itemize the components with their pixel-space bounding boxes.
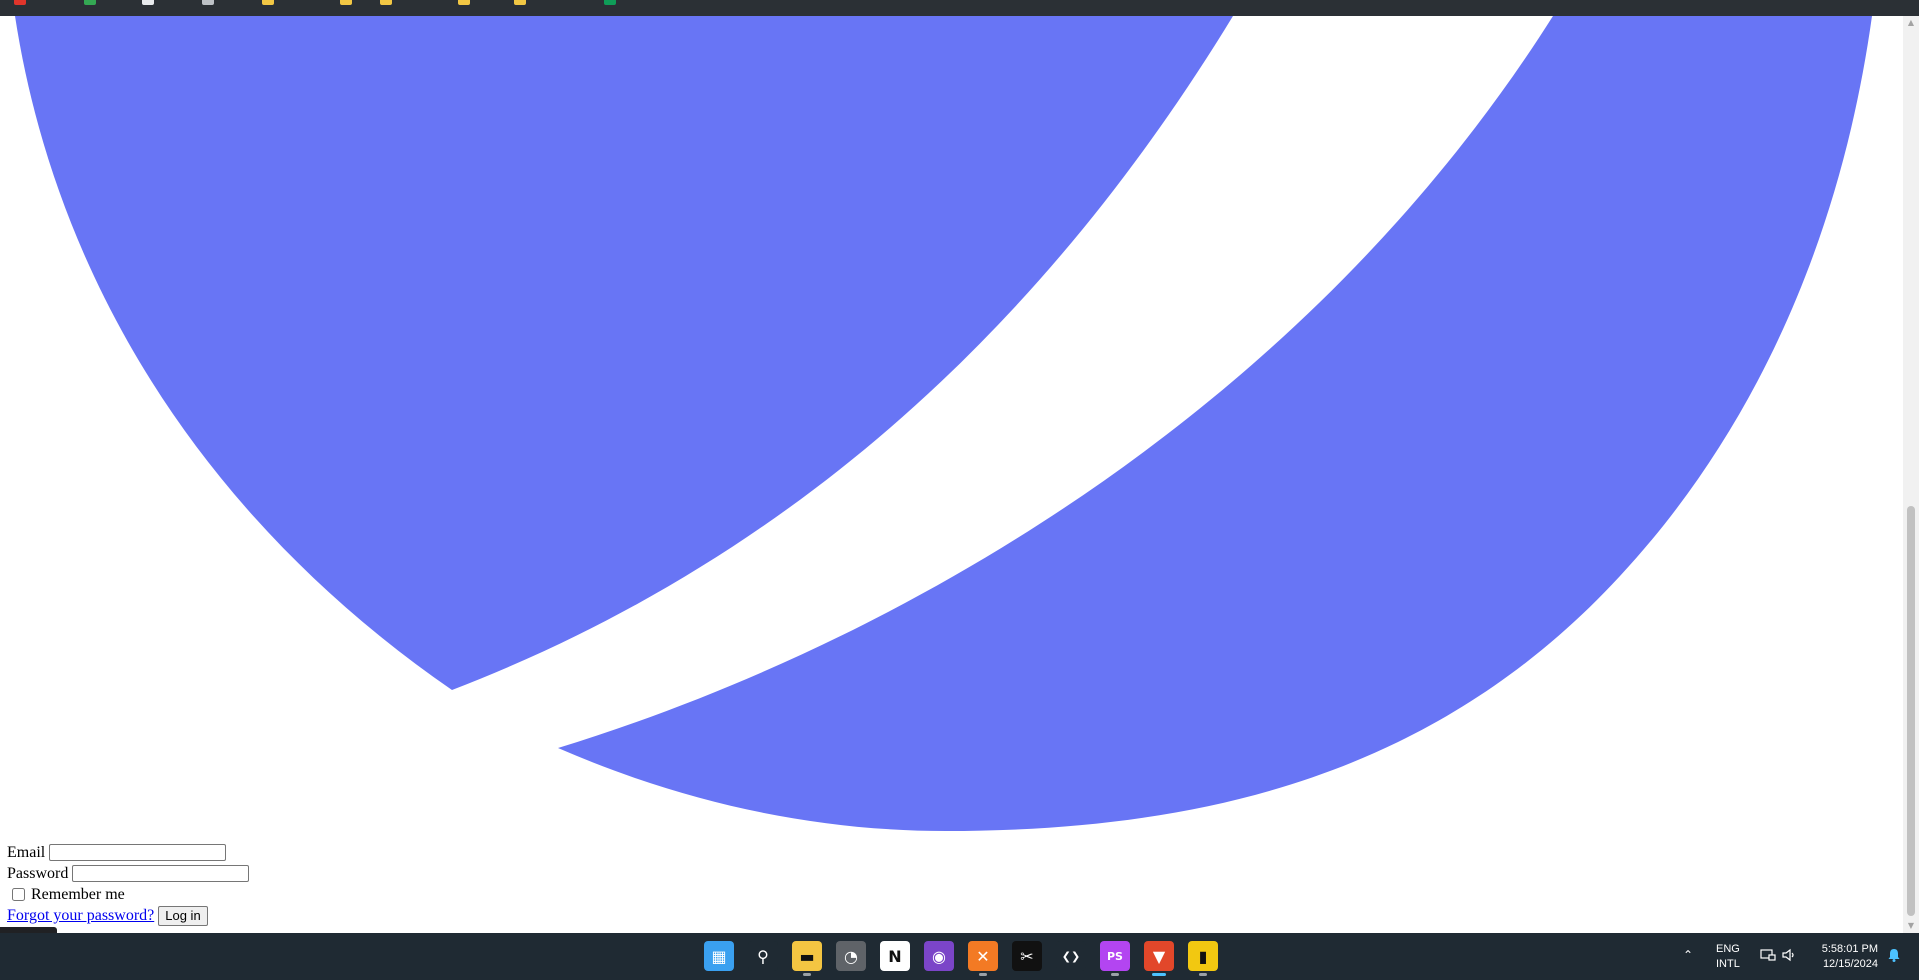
app-glyph: N — [888, 946, 902, 966]
running-indicator — [1199, 973, 1207, 976]
folder-bookmark-icon[interactable] — [514, 0, 526, 5]
folder-bookmark-icon[interactable] — [380, 0, 392, 5]
windows-start-icon[interactable]: ▦ — [704, 941, 734, 971]
brave-bookmark-icon[interactable] — [14, 0, 26, 5]
login-form: Email Password Remember me Forgot your p… — [7, 842, 250, 926]
brave-browser-icon[interactable]: ▼ — [1144, 941, 1174, 976]
remember-row: Remember me — [7, 884, 249, 905]
network-icon[interactable] — [1760, 947, 1776, 968]
remember-me-checkbox[interactable] — [12, 888, 25, 901]
login-button[interactable]: Log in — [158, 905, 208, 926]
notion-icon[interactable]: N — [880, 941, 910, 971]
file-explorer-icon[interactable]: ▬ — [792, 941, 822, 976]
folder-bookmark-icon[interactable] — [340, 0, 352, 5]
keyboard-layout: INTL — [1716, 958, 1740, 970]
running-indicator — [979, 973, 987, 976]
clock-app-icon[interactable]: ◔ — [836, 941, 866, 971]
app-glyph: ▮ — [1198, 946, 1208, 966]
notification-bell-icon[interactable] — [1886, 947, 1902, 968]
app-glyph: ▼ — [1152, 946, 1166, 966]
password-input[interactable] — [72, 865, 250, 882]
show-hidden-icons-chevron-icon[interactable]: ⌃ — [1683, 948, 1693, 962]
running-indicator — [1152, 973, 1166, 976]
github-desktop-icon[interactable]: ◉ — [924, 941, 954, 971]
app-glyph: ✂ — [1020, 946, 1034, 966]
running-indicator — [1111, 973, 1119, 976]
folder-bookmark-icon[interactable] — [262, 0, 274, 5]
github-bookmark-icon[interactable] — [142, 0, 154, 5]
email-label: Email — [7, 844, 46, 861]
actions-row: Forgot your password? Log in — [7, 905, 249, 926]
xampp-icon[interactable]: ✕ — [968, 941, 998, 976]
volume-icon[interactable] — [1781, 947, 1797, 968]
search-icon[interactable]: ⚲ — [748, 941, 778, 971]
app-glyph: ▦ — [711, 946, 727, 966]
page-bookmark-icon[interactable] — [202, 0, 214, 5]
sheets-bookmark-icon[interactable] — [604, 0, 616, 5]
language-code: ENG — [1716, 943, 1740, 955]
app-glyph: ❮❯ — [1061, 949, 1081, 963]
capcut-icon[interactable]: ✂ — [1012, 941, 1042, 971]
running-indicator — [803, 973, 811, 976]
page-content: Email Password Remember me Forgot your p… — [0, 16, 1903, 933]
password-label: Password — [7, 865, 69, 882]
password-row: Password — [7, 863, 250, 884]
power-bi-player-icon[interactable]: ▮ — [1188, 941, 1218, 976]
bookmarks-bar — [0, 0, 1919, 16]
logo-graphic — [15, 16, 1872, 831]
input-language-indicator[interactable]: ENG INTL — [1716, 942, 1740, 972]
forgot-password-link[interactable]: Forgot your password? — [7, 905, 154, 926]
phpstorm-icon[interactable]: PS — [1100, 941, 1130, 976]
windows-taskbar: ▦ ⚲ ▬ ◔ N ◉ ✕ ✂ ❮❯ PS ▼ ▮ ⌃ ENG INTL 5:58:01 PM 12/… — [0, 933, 1919, 980]
scroll-down-arrow-icon[interactable]: ▼ — [1903, 919, 1919, 933]
system-clock[interactable]: 5:58:01 PM 12/15/2024 — [1810, 942, 1878, 972]
clock-time: 5:58:01 PM — [1821, 943, 1878, 955]
app-glyph: ◉ — [932, 946, 946, 966]
app-glyph: ✕ — [976, 946, 990, 966]
app-glyph: ◔ — [844, 946, 858, 966]
app-glyph: PS — [1107, 949, 1123, 963]
app-glyph: ▬ — [799, 946, 815, 966]
vscode-icon[interactable]: ❮❯ — [1056, 941, 1086, 971]
page-scrollbar[interactable]: ▲ ▼ — [1903, 16, 1919, 933]
folder-bookmark-icon[interactable] — [458, 0, 470, 5]
scroll-up-arrow-icon[interactable]: ▲ — [1903, 16, 1919, 30]
app-glyph: ⚲ — [757, 946, 769, 966]
clock-date: 12/15/2024 — [1822, 958, 1878, 970]
remember-me-label[interactable]: Remember me — [31, 884, 125, 905]
green-bookmark-icon[interactable] — [84, 0, 96, 5]
email-input[interactable] — [49, 844, 227, 861]
email-row: Email — [7, 842, 249, 863]
scrollbar-thumb[interactable] — [1907, 506, 1915, 916]
